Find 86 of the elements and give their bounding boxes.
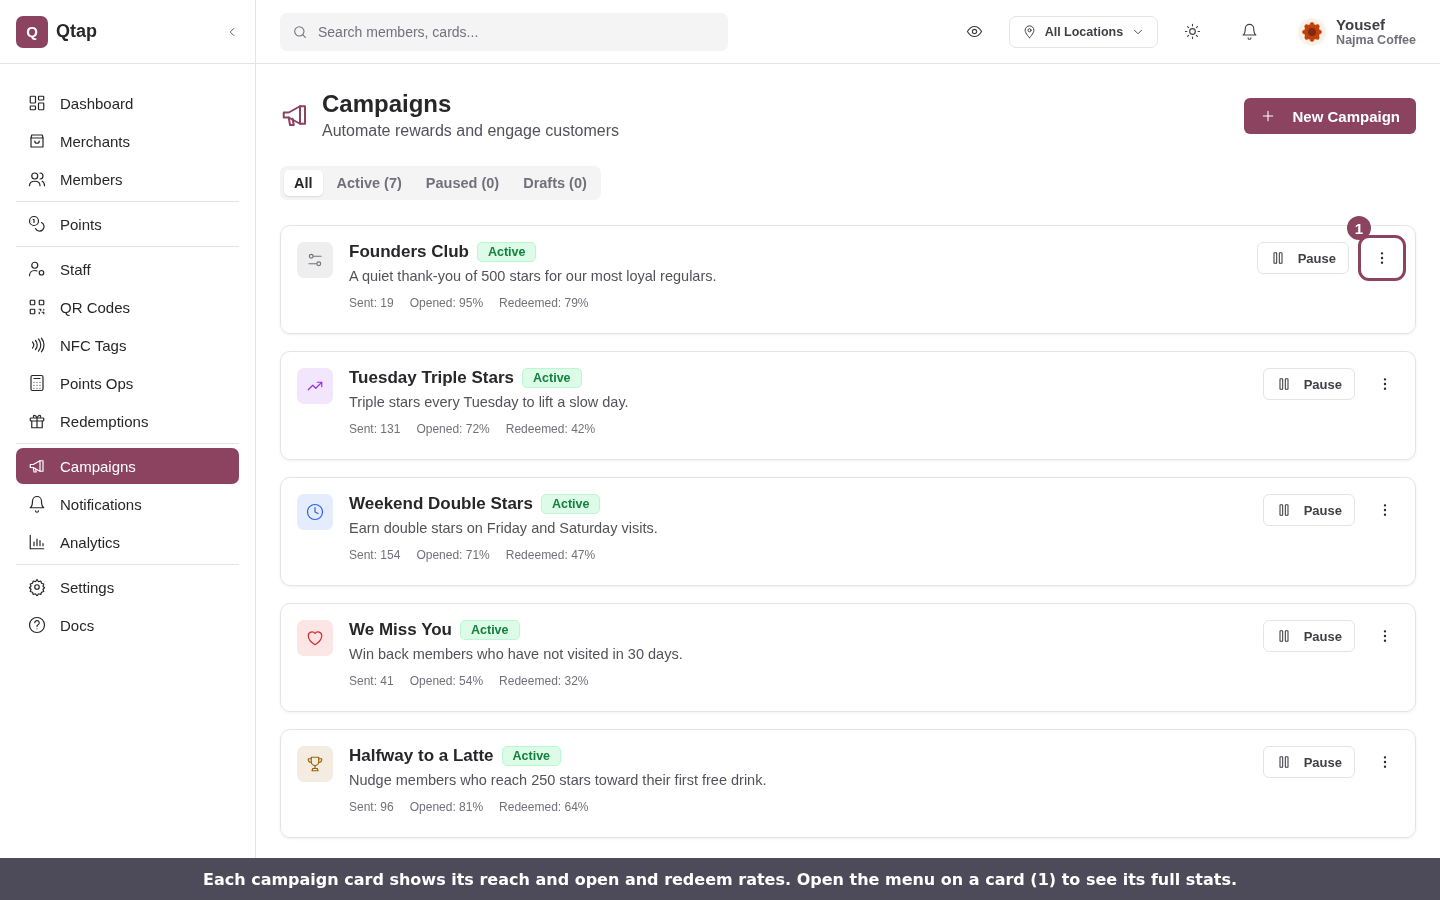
bell-icon <box>1241 23 1259 40</box>
sliders-icon <box>306 251 324 269</box>
sidebar-item[interactable]: Settings <box>16 569 239 605</box>
sun-icon <box>1184 23 1202 40</box>
campaign-stat: Opened: 71% <box>416 548 490 562</box>
new-campaign-button[interactable]: New Campaign <box>1244 98 1416 134</box>
campaign-stat: Sent: 19 <box>349 296 394 310</box>
pause-button[interactable]: Pause <box>1256 242 1349 274</box>
campaign-stat: Sent: 154 <box>349 548 401 562</box>
caption-bar: Each campaign card shows its reach and open and redeem rates. Open the menu on a card (1) to see its full stats. <box>0 858 1440 900</box>
campaign-stat: Redeemed: 32% <box>499 674 589 688</box>
status-badge: Active <box>476 242 537 262</box>
calculator-icon <box>28 374 46 392</box>
pause-button[interactable]: Pause <box>1262 368 1355 400</box>
sidebar-item[interactable]: Analytics <box>16 524 239 560</box>
sidebar-item[interactable]: Staff <box>16 251 239 287</box>
more-menu-button[interactable] <box>1361 238 1403 278</box>
status-badge: Active <box>501 746 562 766</box>
sidebar-item[interactable]: NFC Tags <box>16 327 239 363</box>
sidebar-item[interactable]: QR Codes <box>16 289 239 325</box>
campaign-title: We Miss You <box>349 620 452 640</box>
campaign-title: Halfway to a Latte <box>349 746 494 766</box>
campaign-title: Weekend Double Stars <box>349 494 533 514</box>
avatar-icon[interactable] <box>1298 17 1327 46</box>
campaign-stat: Redeemed: 47% <box>505 548 596 562</box>
campaign-description: Triple stars every Tuesday to lift a slow day. <box>349 394 630 410</box>
campaign-stat: Opened: 72% <box>416 422 490 436</box>
sidebar-item[interactable]: Docs <box>16 607 239 643</box>
campaign-title: Tuesday Triple Stars <box>349 368 515 388</box>
campaign-stat: Opened: 81% <box>409 800 484 814</box>
sidebar-item[interactable]: Campaigns <box>16 448 239 484</box>
heart-icon <box>306 629 324 647</box>
gear-icon <box>28 578 46 596</box>
gift-icon <box>28 412 46 430</box>
clock-icon <box>306 503 324 521</box>
search-field[interactable]: Search members, cards... <box>280 12 728 51</box>
eye-icon <box>965 23 983 40</box>
megaphone-icon <box>28 457 46 475</box>
status-badge: Active <box>460 620 520 640</box>
user-name: Yousef <box>1336 16 1386 33</box>
location-select[interactable]: All Locations <box>1008 15 1159 48</box>
filter-tab[interactable]: Paused (0) <box>415 170 510 196</box>
campaign-stat: Redeemed: 64% <box>499 800 589 814</box>
campaign-stat: Sent: 41 <box>349 674 394 688</box>
campaign-stat: Redeemed: 42% <box>505 422 596 436</box>
page-title: Campaigns <box>322 90 453 118</box>
qr-code-icon <box>28 298 46 316</box>
campaign-title: Founders Club <box>349 242 469 262</box>
logo-icon: Q <box>16 15 48 48</box>
sidebar-item[interactable]: Merchants <box>16 123 239 159</box>
bag-icon <box>28 132 46 150</box>
sidebar-item[interactable]: Dashboard <box>16 85 239 121</box>
filter-tab[interactable]: Active (7) <box>326 170 412 196</box>
campaign-stat: Redeemed: 79% <box>499 296 589 310</box>
grid-icon <box>28 94 46 112</box>
campaign-description: A quiet thank-you of 500 stars for our most loyal regulars. <box>349 268 718 284</box>
filter-tab[interactable]: All <box>284 170 323 196</box>
campaign-description: Win back members who have not visited in 30 days. <box>349 646 684 662</box>
campaign-stat: Sent: 96 <box>349 800 394 814</box>
campaign-stat: Opened: 54% <box>409 674 484 688</box>
campaign-stat: Opened: 95% <box>409 296 484 310</box>
sidebar-item[interactable]: Points <box>16 206 239 242</box>
sidebar-item[interactable]: Redemptions <box>16 403 239 439</box>
campaign-stat: Sent: 131 <box>349 422 401 436</box>
page-subtitle: Automate rewards and engage customers <box>322 122 620 140</box>
campaign-description: Earn double stars on Friday and Saturday visits. <box>349 520 659 536</box>
status-badge: Active <box>522 368 582 388</box>
trophy-icon <box>306 755 324 773</box>
sidebar-item[interactable]: Notifications <box>16 486 239 522</box>
campaign-description: Nudge members who reach 250 stars toward their first free drink. <box>349 772 768 788</box>
status-badge: Active <box>540 494 601 514</box>
user-gear-icon <box>28 260 46 278</box>
pause-button[interactable]: Pause <box>1262 620 1355 652</box>
brand-name: Qtap <box>56 21 98 42</box>
help-icon <box>28 616 46 634</box>
pause-button[interactable]: Pause <box>1262 746 1355 778</box>
coins-icon <box>28 215 46 233</box>
callout-badge: 1 <box>1347 216 1371 240</box>
people-icon <box>28 170 46 188</box>
bell-icon <box>28 495 46 513</box>
sidebar-item[interactable]: Points Ops <box>16 365 239 401</box>
filter-tab[interactable]: Drafts (0) <box>513 170 597 196</box>
pause-button[interactable]: Pause <box>1262 494 1355 526</box>
bar-chart-icon <box>28 533 46 551</box>
sidebar-item[interactable]: Members <box>16 161 239 197</box>
business-name: Najma Coffee <box>1336 33 1416 47</box>
